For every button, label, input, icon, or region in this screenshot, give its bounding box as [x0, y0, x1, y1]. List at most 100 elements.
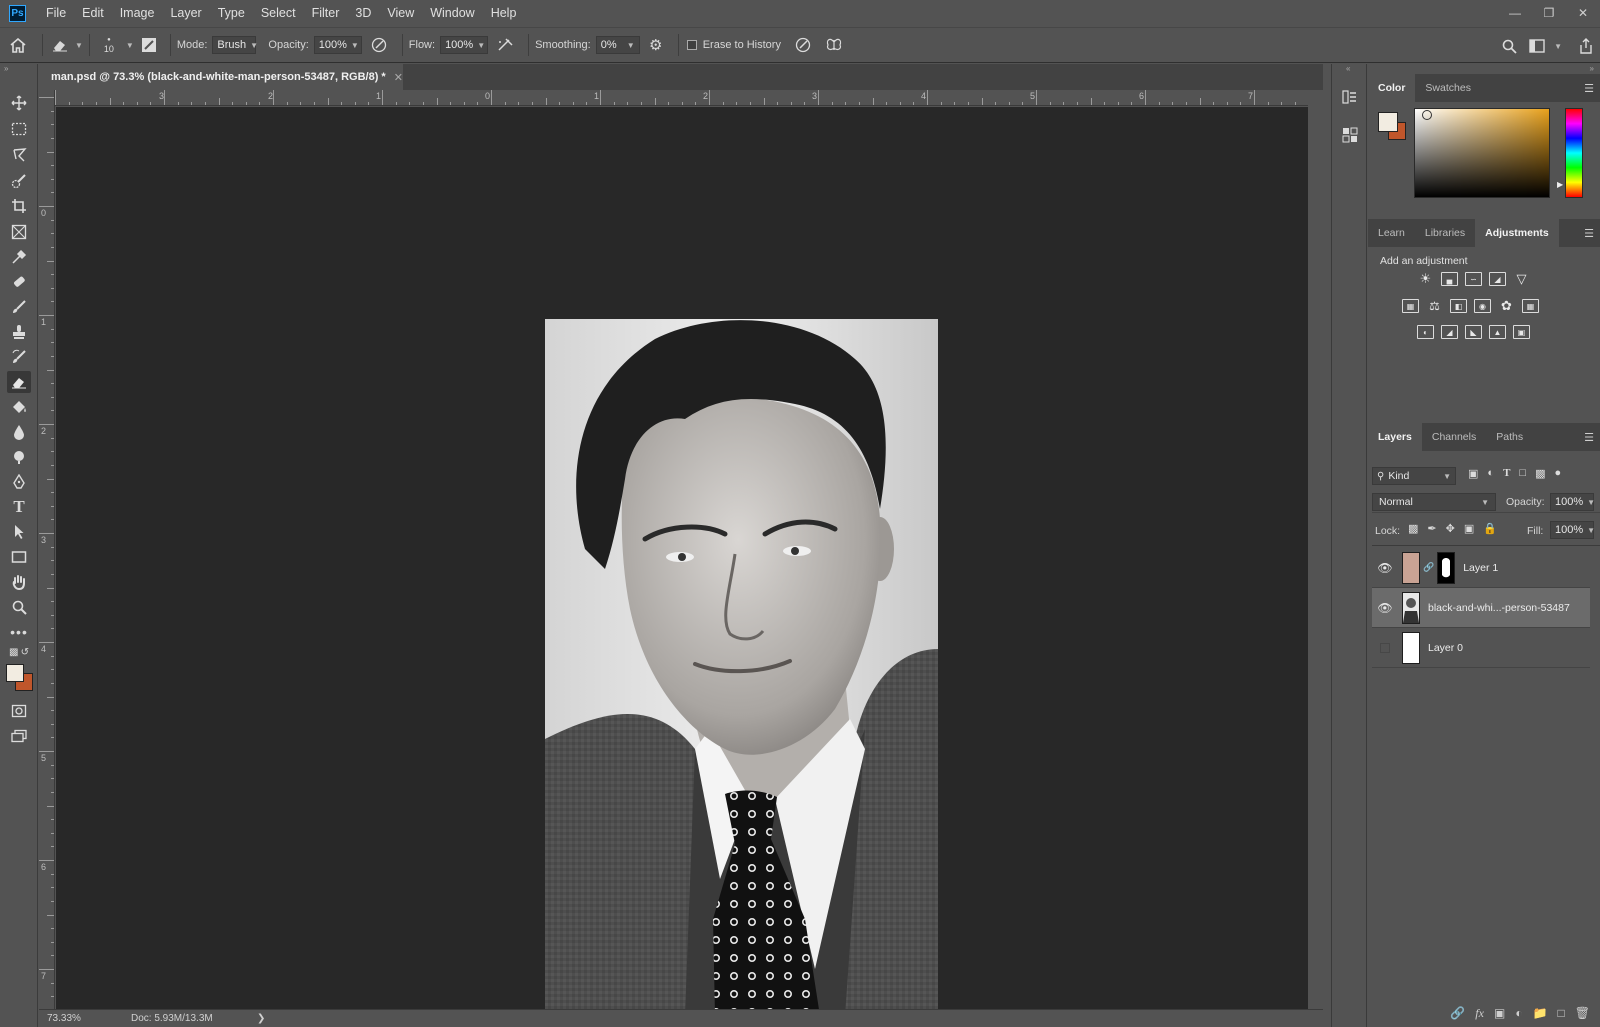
quick-selection-tool-icon[interactable] — [7, 170, 31, 192]
pixel-filter-icon[interactable]: ▣ — [1468, 467, 1478, 480]
default-colors-icon[interactable]: ▩ — [9, 647, 18, 658]
layer-opacity-input[interactable]: 100% ▼ — [1550, 493, 1595, 511]
delete-layer-icon[interactable]: 🗑 — [1575, 1006, 1590, 1021]
menu-edit[interactable]: Edit — [74, 0, 112, 26]
properties-panel-icon[interactable] — [1338, 124, 1362, 146]
rectangle-tool-icon[interactable] — [7, 546, 31, 568]
tab-adjustments[interactable]: Adjustments — [1475, 219, 1559, 247]
collapse-tools-icon[interactable]: » — [4, 64, 8, 73]
foreground-color-swatch[interactable] — [6, 664, 24, 682]
swap-colors-icon[interactable]: ↺ — [21, 647, 29, 658]
share-icon[interactable] — [1572, 38, 1600, 54]
foreground-color-swatch[interactable] — [1378, 112, 1398, 132]
tab-channels[interactable]: Channels — [1422, 423, 1486, 451]
black-white-icon[interactable]: ◧ — [1450, 299, 1467, 313]
document-image[interactable] — [545, 319, 938, 1016]
mode-dropdown[interactable]: Brush ▼ — [212, 36, 258, 54]
color-balance-icon[interactable]: ⚖ — [1426, 299, 1443, 313]
tab-learn[interactable]: Learn — [1368, 219, 1415, 247]
history-panel-icon[interactable] — [1338, 86, 1362, 108]
screen-mode-icon[interactable] — [7, 725, 31, 747]
hue-slider-handle-icon[interactable]: ▶ — [1557, 180, 1563, 189]
levels-icon[interactable]: ▄ — [1441, 272, 1458, 286]
home-icon[interactable] — [0, 37, 36, 53]
layer-row-photo[interactable]: 👁 black-and-whi...-person-53487 — [1372, 588, 1590, 628]
exposure-icon[interactable]: ◢ — [1489, 272, 1506, 286]
menu-view[interactable]: View — [379, 0, 422, 26]
smoothing-input[interactable]: 0% ▼ — [595, 36, 640, 54]
opacity-input[interactable]: 100% ▼ — [313, 36, 362, 54]
menu-help[interactable]: Help — [483, 0, 525, 26]
path-selection-tool-icon[interactable] — [7, 521, 31, 543]
pen-tool-icon[interactable] — [7, 471, 31, 493]
close-tab-icon[interactable]: ✕ — [394, 71, 403, 84]
brightness-contrast-icon[interactable]: ☀ — [1417, 271, 1434, 286]
add-mask-icon[interactable]: ▣ — [1494, 1006, 1505, 1021]
chevron-down-icon[interactable]: ▼ — [75, 41, 83, 50]
channel-mixer-icon[interactable]: ✿ — [1498, 298, 1515, 313]
eye-icon[interactable]: 👁 — [1372, 601, 1398, 615]
blur-tool-icon[interactable] — [7, 421, 31, 443]
photo-filter-icon[interactable]: ◉ — [1474, 299, 1491, 313]
menu-window[interactable]: Window — [422, 0, 482, 26]
lasso-tool-icon[interactable] — [7, 144, 31, 166]
pressure-opacity-icon[interactable] — [362, 37, 396, 53]
eyedropper-tool-icon[interactable] — [7, 246, 31, 268]
brush-settings-icon[interactable] — [134, 37, 164, 53]
threshold-icon[interactable]: ◣ — [1465, 325, 1482, 339]
chevron-down-icon[interactable]: ▼ — [1554, 42, 1562, 51]
minimize-icon[interactable]: — — [1498, 0, 1532, 26]
link-layers-icon[interactable]: 🔗 — [1450, 1006, 1465, 1021]
link-icon[interactable]: 🔗 — [1423, 562, 1434, 573]
type-filter-icon[interactable]: T — [1503, 467, 1510, 480]
filter-toggle-icon[interactable]: ● — [1554, 467, 1561, 480]
symmetry-butterfly-icon[interactable] — [820, 37, 848, 53]
smart-object-filter-icon[interactable]: ▩ — [1535, 467, 1545, 480]
dodge-tool-icon[interactable] — [7, 446, 31, 468]
search-icon[interactable] — [1494, 39, 1524, 54]
flow-input[interactable]: 100% ▼ — [440, 36, 489, 54]
hue-saturation-icon[interactable]: ▦ — [1402, 299, 1419, 313]
frame-tool-icon[interactable] — [7, 221, 31, 243]
layer-row-layer-1[interactable]: 👁 🔗 Layer 1 — [1372, 548, 1590, 588]
posterize-icon[interactable]: ◢ — [1441, 325, 1458, 339]
zoom-tool-icon[interactable] — [7, 596, 31, 618]
zoom-level[interactable]: 73.33% — [47, 1013, 117, 1024]
menu-image[interactable]: Image — [112, 0, 163, 26]
more-tools-icon[interactable]: ••• — [7, 621, 31, 643]
panel-menu-icon[interactable]: ☰ — [1584, 227, 1594, 240]
brush-tool-icon[interactable] — [7, 296, 31, 318]
collapse-dock-icon[interactable]: « — [1346, 64, 1350, 73]
menu-type[interactable]: Type — [210, 0, 253, 26]
new-group-icon[interactable]: 📁 — [1533, 1006, 1548, 1021]
workspace-icon[interactable] — [1524, 39, 1550, 53]
airbrush-icon[interactable] — [488, 37, 522, 53]
new-layer-icon[interactable]: □ — [1558, 1006, 1565, 1021]
panel-menu-icon[interactable]: ☰ — [1584, 82, 1594, 95]
eye-icon[interactable]: 👁 — [1372, 561, 1398, 575]
adjustment-filter-icon[interactable]: ◐ — [1487, 467, 1494, 480]
menu-file[interactable]: File — [38, 0, 74, 26]
layer-style-icon[interactable]: fx — [1475, 1006, 1484, 1021]
new-adjustment-layer-icon[interactable]: ◐ — [1515, 1006, 1522, 1021]
history-brush-tool-icon[interactable] — [7, 346, 31, 368]
tab-libraries[interactable]: Libraries — [1415, 219, 1475, 247]
document-tab[interactable]: man.psd @ 73.3% (black-and-white-man-per… — [39, 64, 403, 90]
lock-transparent-icon[interactable]: ▩ — [1408, 522, 1418, 535]
hue-slider[interactable] — [1565, 108, 1583, 198]
eraser-tool-icon[interactable] — [7, 371, 31, 393]
lock-position-icon[interactable]: ✥ — [1446, 522, 1455, 535]
pressure-size-icon[interactable] — [786, 37, 820, 53]
color-field[interactable] — [1414, 108, 1550, 198]
layer-mask-thumbnail[interactable] — [1437, 551, 1456, 584]
lock-image-icon[interactable]: ✒ — [1427, 522, 1436, 535]
tab-swatches[interactable]: Swatches — [1415, 74, 1481, 102]
chevron-down-icon[interactable]: ▼ — [126, 41, 134, 50]
panel-menu-icon[interactable]: ☰ — [1584, 431, 1594, 444]
crop-tool-icon[interactable] — [7, 195, 31, 217]
marquee-tool-icon[interactable] — [7, 118, 31, 140]
menu-select[interactable]: Select — [253, 0, 304, 26]
hand-tool-icon[interactable] — [7, 571, 31, 593]
collapse-panels-icon[interactable]: » — [1590, 64, 1594, 73]
tab-paths[interactable]: Paths — [1486, 423, 1533, 451]
